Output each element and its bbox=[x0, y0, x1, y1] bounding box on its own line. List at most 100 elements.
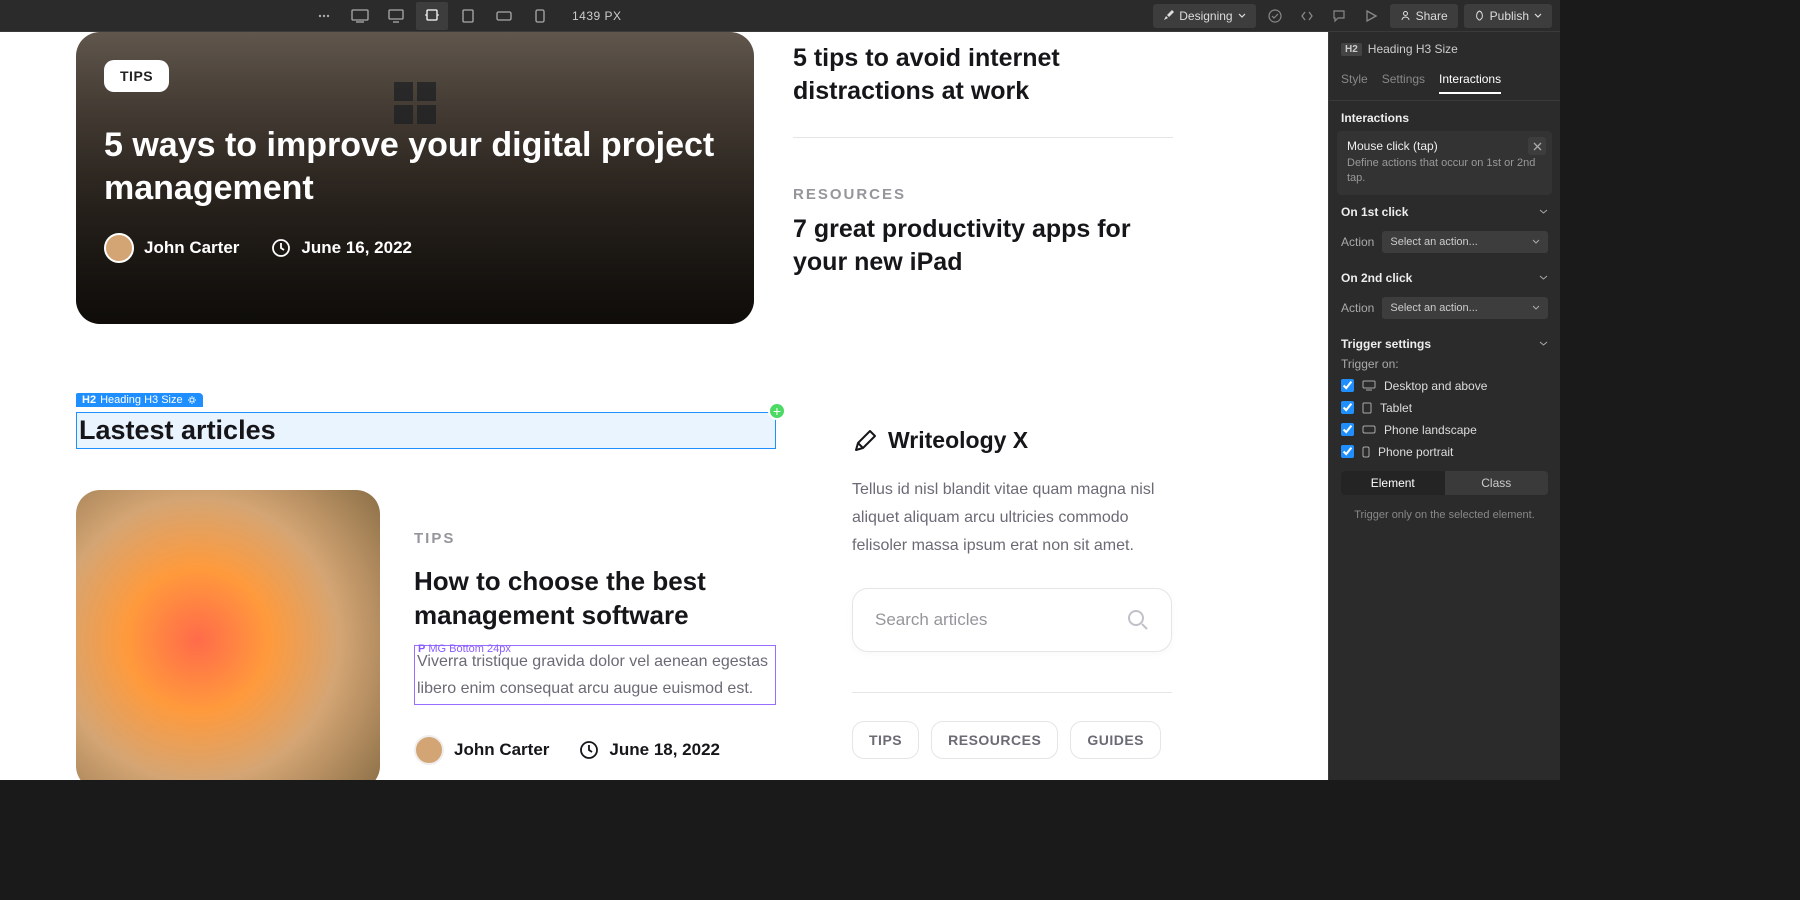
tab-settings[interactable]: Settings bbox=[1382, 66, 1425, 94]
mode-label: Designing bbox=[1179, 9, 1232, 23]
on-first-click-heading[interactable]: On 1st click bbox=[1329, 195, 1560, 223]
clock-icon bbox=[271, 238, 291, 258]
publish-label: Publish bbox=[1490, 9, 1529, 23]
canvas-width-display[interactable]: 1439 PX bbox=[572, 9, 622, 23]
more-icon[interactable] bbox=[308, 2, 340, 30]
action-value: Select an action... bbox=[1390, 236, 1477, 248]
tab-interactions[interactable]: Interactions bbox=[1439, 66, 1501, 94]
article-card[interactable]: TIPS How to choose the best management s… bbox=[76, 490, 776, 780]
side-article-1[interactable]: 5 tips to avoid internet distractions at… bbox=[793, 32, 1173, 138]
breadcrumb[interactable]: H2 Heading H3 Size bbox=[1329, 32, 1560, 66]
checkbox[interactable] bbox=[1341, 423, 1354, 436]
hero-date-label: June 16, 2022 bbox=[301, 238, 412, 258]
brush-icon bbox=[1163, 10, 1174, 21]
pen-icon bbox=[852, 428, 878, 454]
tab-style[interactable]: Style bbox=[1341, 66, 1368, 94]
bp-label: Tablet bbox=[1380, 401, 1412, 415]
desktop-icon[interactable] bbox=[380, 2, 412, 30]
bp-checkbox-phone-landscape[interactable]: Phone landscape bbox=[1329, 419, 1560, 441]
action-select[interactable]: Select an action... bbox=[1382, 297, 1548, 319]
tag-chip[interactable]: RESOURCES bbox=[931, 721, 1058, 759]
hover-element-label: P MG Bottom 24px bbox=[414, 641, 515, 657]
checkbox[interactable] bbox=[1341, 379, 1354, 392]
chevron-down-icon bbox=[1532, 238, 1540, 246]
check-icon[interactable] bbox=[1262, 3, 1288, 29]
side-article-title: 5 tips to avoid internet distractions at… bbox=[793, 42, 1173, 107]
phone-portrait-icon[interactable] bbox=[524, 2, 556, 30]
hero-author: John Carter bbox=[104, 233, 239, 263]
side-article-2[interactable]: RESOURCES 7 great productivity apps for … bbox=[793, 186, 1173, 278]
segment-element[interactable]: Element bbox=[1341, 471, 1445, 495]
brand-logo: Writeology X bbox=[852, 427, 1172, 454]
action-label: Action bbox=[1341, 235, 1374, 249]
divider bbox=[852, 692, 1172, 693]
tag-chip[interactable]: TIPS bbox=[852, 721, 919, 759]
add-element-button[interactable]: + bbox=[768, 402, 786, 420]
checkbox[interactable] bbox=[1341, 401, 1354, 414]
trigger-settings-label: Trigger settings bbox=[1341, 337, 1431, 351]
selection-label-text: Heading H3 Size bbox=[100, 394, 183, 406]
canvas[interactable]: TIPS 5 ways to improve your digital proj… bbox=[0, 32, 1328, 780]
phone-portrait-icon bbox=[1362, 446, 1370, 458]
tag-chip[interactable]: GUIDES bbox=[1070, 721, 1161, 759]
article-title: How to choose the best management softwa… bbox=[414, 565, 776, 633]
trigger-title: Mouse click (tap) bbox=[1347, 139, 1542, 153]
action-label: Action bbox=[1341, 301, 1374, 315]
share-label: Share bbox=[1416, 9, 1448, 23]
search-input[interactable]: Search articles bbox=[852, 588, 1172, 652]
desktop-icon bbox=[1362, 380, 1376, 391]
segment-class[interactable]: Class bbox=[1445, 471, 1549, 495]
hero-date: June 16, 2022 bbox=[271, 238, 412, 258]
hero-author-label: John Carter bbox=[144, 238, 239, 258]
hero-tag[interactable]: TIPS bbox=[104, 60, 169, 92]
article-author-label: John Carter bbox=[454, 740, 549, 760]
top-right-controls: Designing Share Publish bbox=[1153, 3, 1552, 29]
bp-checkbox-tablet[interactable]: Tablet bbox=[1329, 397, 1560, 419]
hero-card[interactable]: TIPS 5 ways to improve your digital proj… bbox=[76, 32, 754, 324]
preview-icon[interactable] bbox=[1358, 3, 1384, 29]
section-heading-interactions: Interactions bbox=[1329, 101, 1560, 131]
chevron-down-icon bbox=[1539, 339, 1548, 348]
mode-button[interactable]: Designing bbox=[1153, 4, 1255, 28]
avatar bbox=[104, 233, 134, 263]
inspector-panel: H2 Heading H3 Size Style Settings Intera… bbox=[1328, 32, 1560, 780]
brand-name: Writeology X bbox=[888, 427, 1028, 454]
action-value: Select an action... bbox=[1390, 302, 1477, 314]
bp-label: Phone portrait bbox=[1378, 445, 1453, 459]
checkbox[interactable] bbox=[1341, 445, 1354, 458]
phone-landscape-icon bbox=[1362, 425, 1376, 434]
tablet-icon[interactable] bbox=[452, 2, 484, 30]
avatar bbox=[414, 735, 444, 765]
bp-checkbox-phone-portrait[interactable]: Phone portrait bbox=[1329, 441, 1560, 463]
selected-element[interactable]: H2 Heading H3 Size Lastest articles + bbox=[76, 412, 776, 449]
article-date-label: June 18, 2022 bbox=[609, 740, 720, 760]
click1-heading-label: On 1st click bbox=[1341, 205, 1408, 219]
side-article-title: 7 great productivity apps for your new i… bbox=[793, 213, 1173, 278]
trigger-on-label: Trigger on: bbox=[1329, 355, 1560, 375]
clock-icon bbox=[579, 740, 599, 760]
phone-landscape-icon[interactable] bbox=[488, 2, 520, 30]
publish-button[interactable]: Publish bbox=[1464, 4, 1552, 28]
tag-list: TIPS RESOURCES GUIDES bbox=[852, 721, 1172, 759]
hover-label-text: MG Bottom 24px bbox=[428, 643, 511, 655]
gear-icon[interactable] bbox=[187, 395, 197, 405]
click2-heading-label: On 2nd click bbox=[1341, 271, 1412, 285]
trigger-settings-heading[interactable]: Trigger settings bbox=[1329, 327, 1560, 355]
desktop-large-icon[interactable] bbox=[344, 2, 376, 30]
chevron-down-icon bbox=[1532, 304, 1540, 312]
breakpoint-current-icon[interactable] bbox=[416, 2, 448, 30]
chevron-down-icon bbox=[1534, 12, 1542, 20]
trigger-scope-segment[interactable]: Element Class bbox=[1341, 471, 1548, 495]
comment-icon[interactable] bbox=[1326, 3, 1352, 29]
search-icon bbox=[1127, 609, 1149, 631]
code-icon[interactable] bbox=[1294, 3, 1320, 29]
trigger-item[interactable]: Mouse click (tap) Define actions that oc… bbox=[1337, 131, 1552, 195]
share-button[interactable]: Share bbox=[1390, 4, 1458, 28]
action-select[interactable]: Select an action... bbox=[1382, 231, 1548, 253]
article-category: TIPS bbox=[414, 530, 776, 547]
selection-label[interactable]: H2 Heading H3 Size bbox=[76, 393, 203, 407]
on-second-click-heading[interactable]: On 2nd click bbox=[1329, 261, 1560, 289]
bp-checkbox-desktop[interactable]: Desktop and above bbox=[1329, 375, 1560, 397]
close-icon[interactable] bbox=[1528, 137, 1546, 155]
chevron-down-icon bbox=[1539, 273, 1548, 282]
